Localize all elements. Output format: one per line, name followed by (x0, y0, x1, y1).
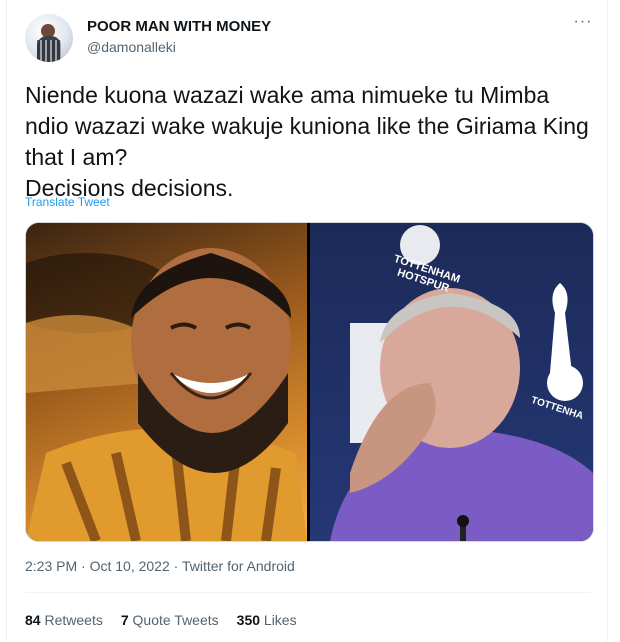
divider (25, 592, 591, 593)
meta-separator: · (169, 558, 182, 574)
more-options-icon[interactable]: ··· (573, 14, 593, 34)
media-image-right[interactable]: TOTTENHAM HOTSPUR TOTTENHA (310, 223, 593, 541)
author-display-name[interactable]: POOR MAN WITH MONEY (87, 18, 271, 35)
smiling-man-illustration (26, 248, 307, 541)
quote-tweets-label: Quote Tweets (132, 612, 219, 628)
tweet-media[interactable]: TOTTENHAM HOTSPUR TOTTENHA (25, 222, 594, 542)
avatar[interactable] (25, 14, 73, 62)
likes-stat[interactable]: 350 Likes (237, 612, 297, 628)
meta-separator: · (77, 558, 90, 574)
likes-label: Likes (263, 612, 297, 628)
tweet-text: Niende kuona wazazi wake ama nimueke tu … (25, 82, 589, 201)
tweet-time[interactable]: 2:23 PM (25, 558, 77, 574)
media-image-left[interactable] (26, 223, 307, 541)
tweet-meta: 2:23 PM · Oct 10, 2022 · Twitter for And… (25, 558, 295, 574)
likes-count: 350 (236, 612, 261, 628)
quote-tweets-stat[interactable]: 7 Quote Tweets (121, 612, 219, 628)
retweets-stat[interactable]: 84 Retweets (25, 612, 103, 628)
tweet-stats: 84 Retweets 7 Quote Tweets 350 Likes (25, 612, 297, 628)
retweets-label: Retweets (44, 612, 103, 628)
quote-tweets-count: 7 (120, 612, 129, 628)
translate-tweet-link[interactable]: Translate Tweet (25, 195, 110, 209)
tweet-source[interactable]: Twitter for Android (182, 558, 295, 574)
avatar-shirt-stripes (37, 40, 61, 62)
retweets-count: 84 (25, 612, 41, 628)
tweet-date[interactable]: Oct 10, 2022 (90, 558, 170, 574)
author-handle[interactable]: @damonalleki (87, 39, 176, 55)
tweet-card: POOR MAN WITH MONEY @damonalleki ··· Nie… (6, 0, 608, 642)
